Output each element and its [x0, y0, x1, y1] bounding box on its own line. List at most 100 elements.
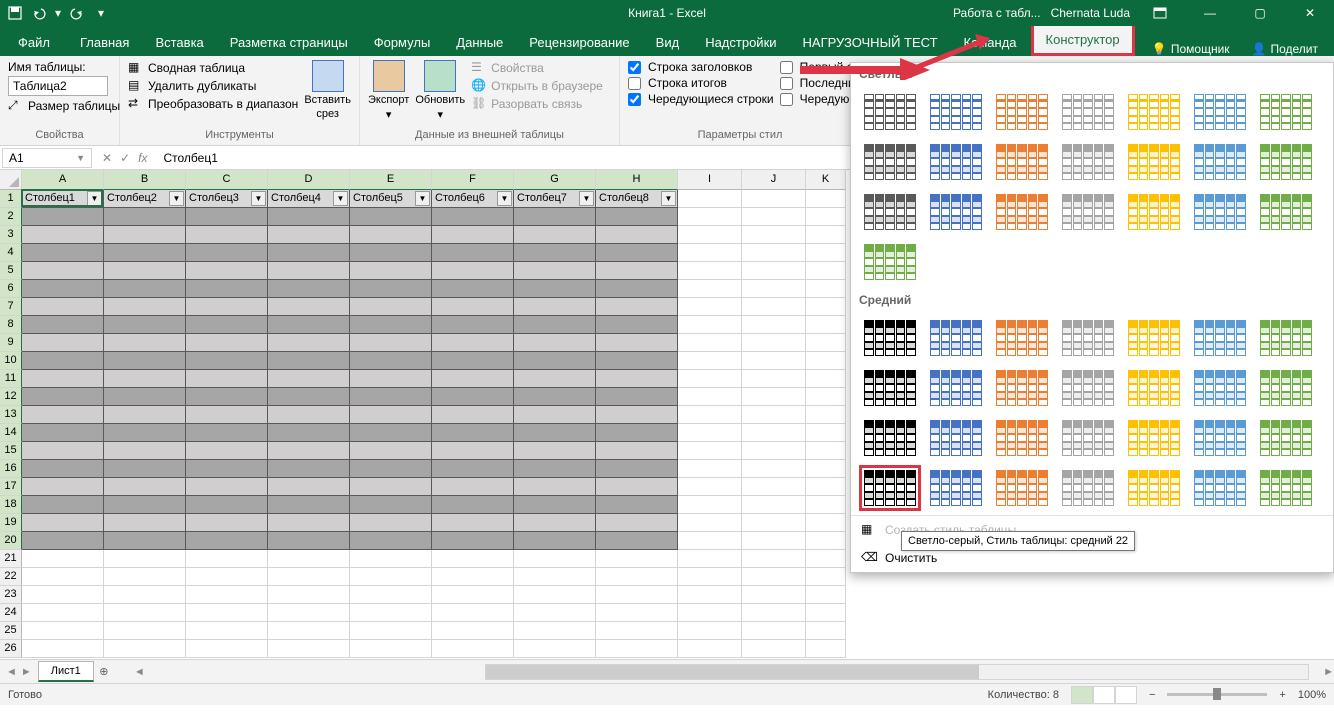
- cell[interactable]: [268, 622, 350, 640]
- table-style-thumb[interactable]: [1057, 189, 1119, 235]
- column-header[interactable]: F: [432, 170, 514, 190]
- table-cell[interactable]: [514, 442, 596, 460]
- table-style-thumb[interactable]: [1123, 365, 1185, 411]
- table-cell[interactable]: [596, 478, 678, 496]
- cell[interactable]: [678, 604, 742, 622]
- cell[interactable]: [806, 334, 846, 352]
- table-cell[interactable]: [350, 406, 432, 424]
- table-cell[interactable]: [268, 244, 350, 262]
- cell[interactable]: [678, 190, 742, 208]
- table-cell[interactable]: [22, 352, 104, 370]
- row-header[interactable]: 15: [0, 442, 22, 460]
- table-cell[interactable]: [268, 514, 350, 532]
- cell[interactable]: [268, 604, 350, 622]
- select-all-button[interactable]: [0, 170, 22, 190]
- cell[interactable]: [742, 550, 806, 568]
- banded-rows-checkbox[interactable]: Чередующиеся строки: [628, 92, 774, 106]
- table-cell[interactable]: [596, 370, 678, 388]
- table-cell[interactable]: [104, 460, 186, 478]
- cell[interactable]: [806, 568, 846, 586]
- table-style-thumb[interactable]: [1189, 189, 1251, 235]
- table-cell[interactable]: [514, 208, 596, 226]
- row-header[interactable]: 21: [0, 550, 22, 568]
- table-style-thumb[interactable]: [1057, 465, 1119, 511]
- share-button[interactable]: 👤Поделит: [1242, 42, 1328, 56]
- qat-dropdown-icon[interactable]: ▾: [52, 2, 64, 24]
- remove-duplicates-button[interactable]: ▤Удалить дубликаты: [128, 78, 298, 94]
- table-style-thumb[interactable]: [859, 465, 921, 511]
- table-style-thumb[interactable]: [991, 189, 1053, 235]
- table-style-thumb[interactable]: [1189, 365, 1251, 411]
- cell[interactable]: [22, 622, 104, 640]
- table-style-thumb[interactable]: [991, 365, 1053, 411]
- table-cell[interactable]: [186, 280, 268, 298]
- table-cell[interactable]: [596, 460, 678, 478]
- cell[interactable]: [678, 208, 742, 226]
- table-cell[interactable]: [350, 244, 432, 262]
- table-style-thumb[interactable]: [925, 415, 987, 461]
- cell[interactable]: [742, 316, 806, 334]
- table-style-thumb[interactable]: [1123, 89, 1185, 135]
- cell[interactable]: [678, 244, 742, 262]
- table-cell[interactable]: [432, 370, 514, 388]
- table-cell[interactable]: [186, 478, 268, 496]
- table-style-thumb[interactable]: [1123, 189, 1185, 235]
- table-cell[interactable]: [350, 334, 432, 352]
- table-cell[interactable]: [596, 424, 678, 442]
- cell[interactable]: [742, 424, 806, 442]
- table-cell[interactable]: [104, 388, 186, 406]
- cell[interactable]: [806, 280, 846, 298]
- table-cell[interactable]: [104, 514, 186, 532]
- cell[interactable]: [678, 262, 742, 280]
- cell[interactable]: [350, 604, 432, 622]
- table-header-cell[interactable]: Столбец5▼: [350, 190, 432, 208]
- filter-dropdown-icon[interactable]: ▼: [579, 191, 594, 206]
- table-style-thumb[interactable]: [859, 139, 921, 185]
- table-style-thumb[interactable]: [1057, 139, 1119, 185]
- table-cell[interactable]: [432, 388, 514, 406]
- table-cell[interactable]: [350, 496, 432, 514]
- cell[interactable]: [432, 550, 514, 568]
- table-cell[interactable]: [186, 316, 268, 334]
- row-header[interactable]: 26: [0, 640, 22, 658]
- table-cell[interactable]: [350, 532, 432, 550]
- table-style-thumb[interactable]: [1189, 89, 1251, 135]
- row-header[interactable]: 25: [0, 622, 22, 640]
- table-cell[interactable]: [432, 244, 514, 262]
- cell[interactable]: [742, 226, 806, 244]
- cell[interactable]: [806, 406, 846, 424]
- row-header[interactable]: 19: [0, 514, 22, 532]
- cell[interactable]: [186, 622, 268, 640]
- export-button[interactable]: Экспорт▾: [368, 60, 409, 127]
- cell[interactable]: [806, 496, 846, 514]
- cell[interactable]: [186, 550, 268, 568]
- scroll-right-icon[interactable]: ►: [1323, 666, 1334, 678]
- cell[interactable]: [514, 622, 596, 640]
- table-cell[interactable]: [268, 460, 350, 478]
- save-icon[interactable]: [4, 2, 26, 24]
- tab-file[interactable]: Файл: [6, 29, 66, 56]
- cell[interactable]: [806, 208, 846, 226]
- table-style-thumb[interactable]: [925, 189, 987, 235]
- table-cell[interactable]: [22, 514, 104, 532]
- filter-dropdown-icon[interactable]: ▼: [497, 191, 512, 206]
- table-style-thumb[interactable]: [1189, 139, 1251, 185]
- table-cell[interactable]: [350, 460, 432, 478]
- cell[interactable]: [678, 334, 742, 352]
- cell[interactable]: [742, 586, 806, 604]
- cell[interactable]: [678, 370, 742, 388]
- table-cell[interactable]: [268, 316, 350, 334]
- table-cell[interactable]: [514, 280, 596, 298]
- cell[interactable]: [678, 442, 742, 460]
- cell[interactable]: [742, 388, 806, 406]
- table-cell[interactable]: [186, 460, 268, 478]
- cancel-formula-icon[interactable]: ✕: [102, 151, 112, 165]
- table-header-cell[interactable]: Столбец2▼: [104, 190, 186, 208]
- table-cell[interactable]: [186, 532, 268, 550]
- cell[interactable]: [596, 604, 678, 622]
- cell[interactable]: [514, 640, 596, 658]
- table-cell[interactable]: [104, 298, 186, 316]
- table-style-thumb[interactable]: [859, 415, 921, 461]
- table-cell[interactable]: [22, 244, 104, 262]
- cell[interactable]: [678, 514, 742, 532]
